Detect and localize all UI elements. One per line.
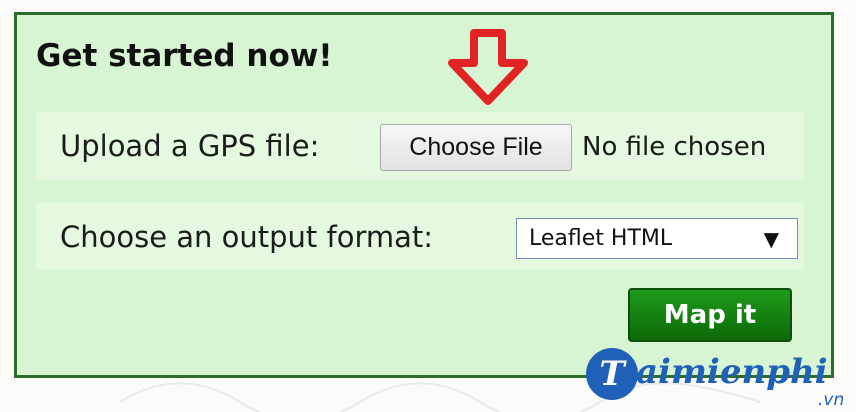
brand-logo-icon: T	[586, 348, 638, 400]
output-format-select[interactable]: Leaflet HTML ▼	[516, 218, 798, 259]
output-format-row: Choose an output format: Leaflet HTML ▼	[36, 202, 804, 270]
down-arrow-annotation-icon	[448, 29, 528, 105]
panel-title: Get started now!	[36, 38, 333, 74]
map-it-button[interactable]: Map it	[628, 288, 792, 342]
brand-tld: .vn	[818, 390, 845, 410]
brand-logo-letter: T	[599, 354, 625, 394]
file-status-text: No file chosen	[582, 132, 767, 162]
upload-label: Upload a GPS file:	[60, 129, 320, 163]
output-format-selected-value: Leaflet HTML	[529, 226, 673, 251]
upload-row: Upload a GPS file: Choose File No file c…	[36, 112, 804, 180]
brand-name: aimienphi	[636, 352, 828, 392]
output-format-label: Choose an output format:	[60, 220, 434, 254]
watermark-brand: T aimienphi .vn	[586, 348, 854, 412]
screenshot-stage: Get started now! Upload a GPS file: Choo…	[0, 0, 856, 412]
dropdown-caret-icon: ▼	[763, 227, 779, 251]
choose-file-button[interactable]: Choose File	[380, 124, 572, 171]
